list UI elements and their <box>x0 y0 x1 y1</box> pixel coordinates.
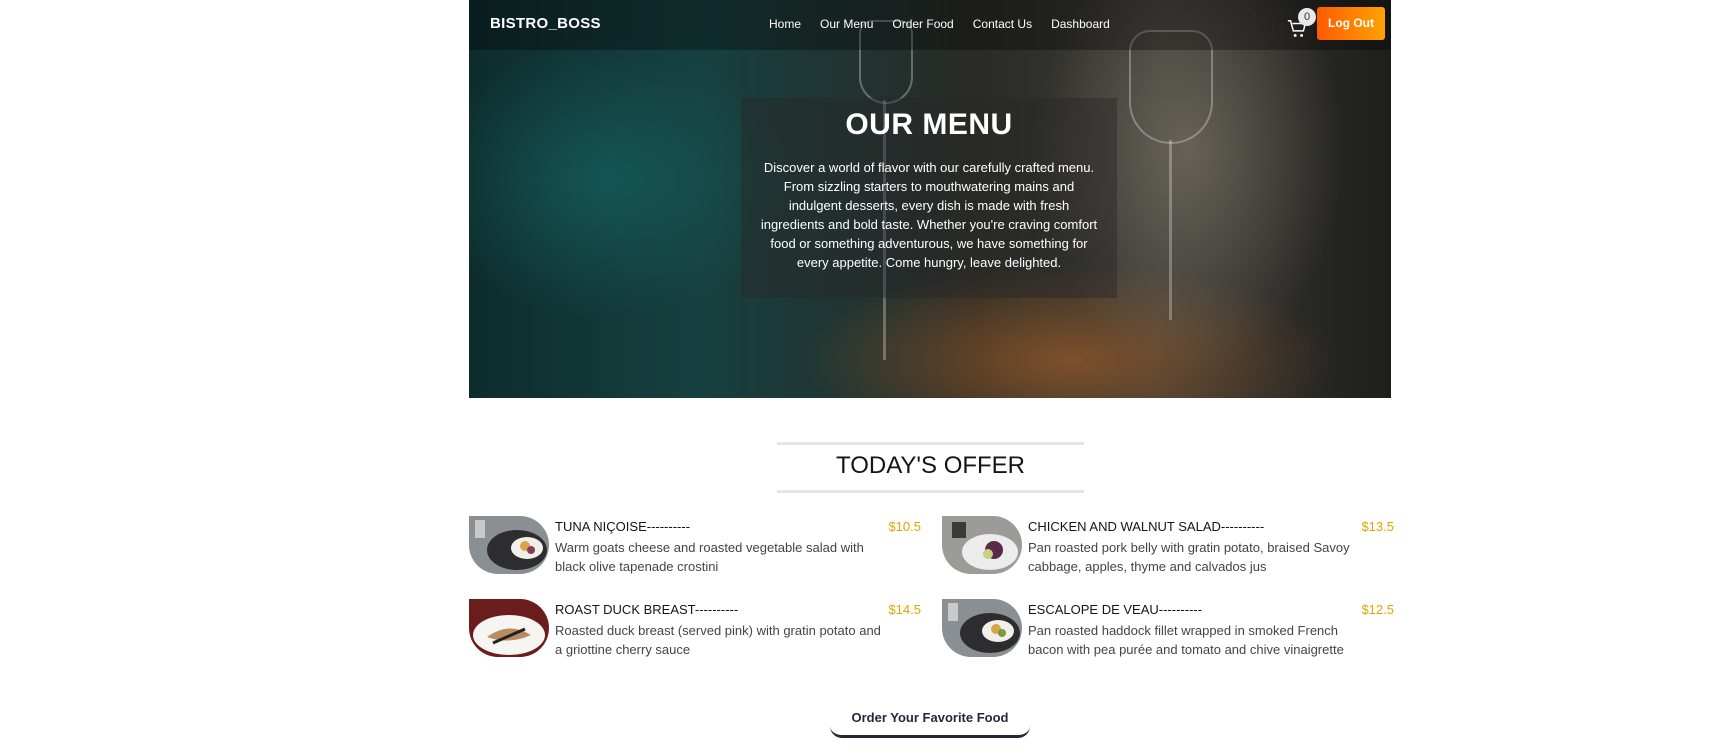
menu-item-description: Pan roasted haddock fillet wrapped in sm… <box>1028 623 1344 657</box>
hero-overlay: OUR MENU Discover a world of flavor with… <box>741 98 1117 298</box>
menu-item-price: $10.5 <box>888 519 921 534</box>
menu-item: TUNA NIÇOISE---------- Warm goats cheese… <box>469 516 921 576</box>
menu-item-price: $13.5 <box>1361 519 1394 534</box>
nav-link-dashboard[interactable]: Dashboard <box>1051 17 1110 31</box>
cart-count-badge: 0 <box>1298 8 1316 26</box>
menu-item-name: CHICKEN AND WALNUT SALAD---------- <box>1028 519 1265 534</box>
menu-item-name: ESCALOPE DE VEAU---------- <box>1028 602 1203 617</box>
food-thumbnail <box>942 516 1022 574</box>
menu-item-name: ROAST DUCK BREAST---------- <box>555 602 739 617</box>
food-thumbnail <box>469 516 549 574</box>
menu-item: CHICKEN AND WALNUT SALAD---------- Pan r… <box>942 516 1394 576</box>
section-heading: TODAY'S OFFER <box>777 442 1084 493</box>
section-title: TODAY'S OFFER <box>835 452 1026 479</box>
menu-item-price: $12.5 <box>1361 602 1394 617</box>
menu-item: ESCALOPE DE VEAU---------- Pan roasted h… <box>942 599 1394 659</box>
menu-item-description: Roasted duck breast (served pink) with g… <box>555 623 881 657</box>
logout-button[interactable]: Log Out <box>1317 7 1385 40</box>
menu-item-price: $14.5 <box>888 602 921 617</box>
nav-link-our-menu[interactable]: Our Menu <box>820 17 873 31</box>
hero-description: Discover a world of flavor with our care… <box>760 160 1098 270</box>
nav-link-home[interactable]: Home <box>769 17 801 31</box>
order-favorite-food-button[interactable]: Order Your Favorite Food <box>830 705 1030 738</box>
food-thumbnail <box>942 599 1022 657</box>
brand-logo[interactable]: BISTRO_BOSS <box>490 15 601 32</box>
menu-item: ROAST DUCK BREAST---------- Roasted duck… <box>469 599 921 659</box>
cart-button[interactable]: 0 <box>1286 8 1316 38</box>
glass-stem-decoration <box>1169 140 1172 320</box>
food-thumbnail <box>469 599 549 657</box>
nav-links: Home Our Menu Order Food Contact Us Dash… <box>769 17 1129 31</box>
menu-item-description: Pan roasted pork belly with gratin potat… <box>1028 540 1350 574</box>
menu-item-description: Warm goats cheese and roasted vegetable … <box>555 540 864 574</box>
hero-title: OUR MENU <box>845 108 1013 141</box>
hero-banner: BISTRO_BOSS Home Our Menu Order Food Con… <box>469 0 1391 398</box>
nav-link-order-food[interactable]: Order Food <box>892 17 953 31</box>
menu-item-name: TUNA NIÇOISE---------- <box>555 519 691 534</box>
navbar: BISTRO_BOSS Home Our Menu Order Food Con… <box>469 0 1391 50</box>
nav-link-contact-us[interactable]: Contact Us <box>973 17 1032 31</box>
